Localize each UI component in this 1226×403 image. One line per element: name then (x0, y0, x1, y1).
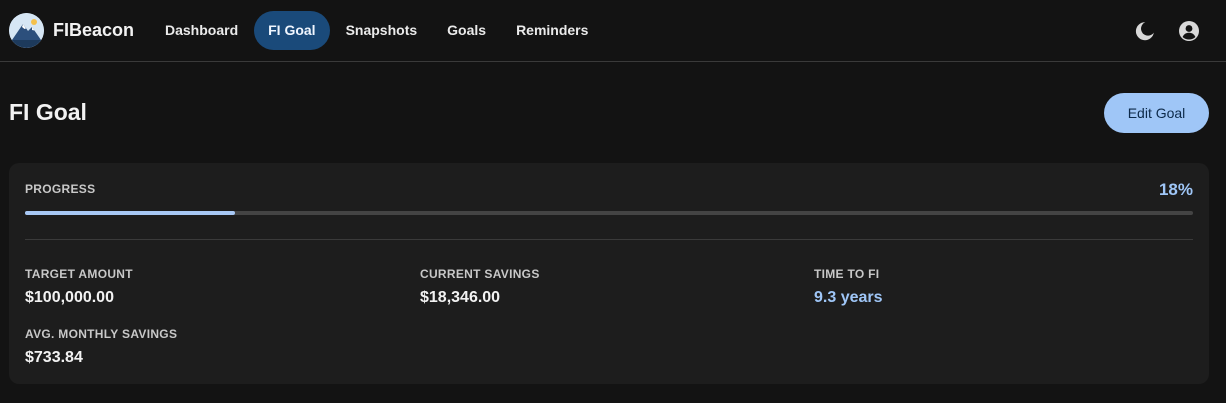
target-amount-label: TARGET AMOUNT (25, 267, 133, 281)
nav-snapshots[interactable]: Snapshots (332, 11, 432, 50)
theme-toggle-moon-icon[interactable] (1133, 19, 1157, 43)
page-title: FI Goal (9, 99, 87, 125)
current-savings-value: $18,346.00 (420, 289, 501, 306)
fi-goal-card: PROGRESS 18% TARGET AMOUNT $100,000.00 C… (9, 163, 1209, 384)
divider (25, 239, 1193, 240)
nav-fi-goal[interactable]: FI Goal (254, 11, 330, 50)
progress-bar (25, 211, 1193, 215)
time-to-fi-label: TIME TO FI (814, 267, 880, 281)
avg-monthly-savings-value: $733.84 (25, 349, 83, 366)
avg-monthly-savings-label: AVG. MONTHLY SAVINGS (25, 327, 178, 341)
main-nav: Dashboard FI Goal Snapshots Goals Remind… (151, 11, 604, 50)
edit-goal-button[interactable]: Edit Goal (1104, 93, 1209, 133)
time-to-fi-value: 9.3 years (814, 289, 883, 306)
progress-percent: 18% (1158, 180, 1193, 199)
nav-goals[interactable]: Goals (433, 11, 500, 50)
progress-bar-fill (25, 211, 236, 215)
target-amount-value: $100,000.00 (25, 289, 114, 306)
nav-dashboard[interactable]: Dashboard (151, 11, 252, 50)
current-savings-label: CURRENT SAVINGS (420, 267, 540, 281)
app-name[interactable]: FIBeacon (53, 20, 134, 41)
progress-label: PROGRESS (25, 182, 96, 196)
app-logo-icon[interactable] (9, 13, 44, 48)
top-app-bar: FIBeacon Dashboard FI Goal Snapshots Goa… (0, 0, 1226, 62)
nav-reminders[interactable]: Reminders (502, 11, 602, 50)
account-circle-icon[interactable] (1177, 19, 1201, 43)
